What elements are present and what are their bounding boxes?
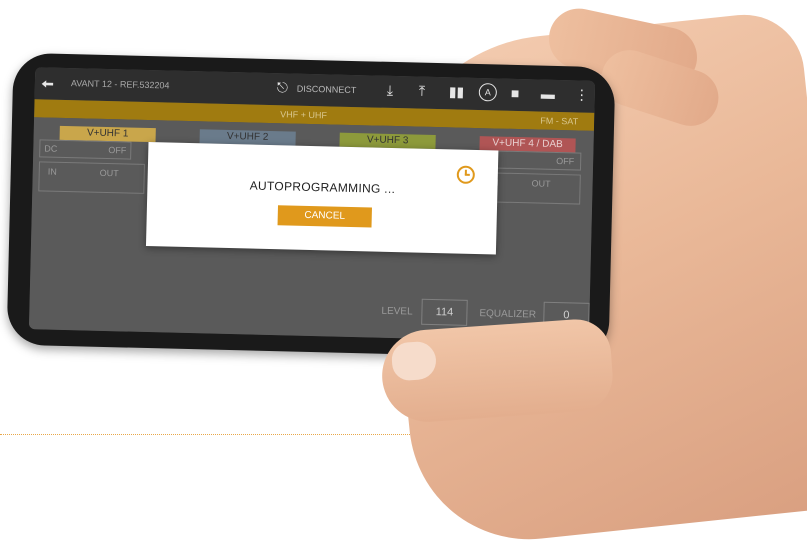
upload-icon[interactable]: ⤒ <box>419 83 426 100</box>
dc-value: OFF <box>556 155 575 167</box>
folder-icon[interactable]: ▬ <box>541 86 555 102</box>
app-title: AVANT 12 - REF.532204 <box>70 78 170 91</box>
disconnect-button[interactable]: DISCONNECT <box>297 84 357 95</box>
save-icon[interactable]: ■ <box>511 85 520 101</box>
dc-toggle-1[interactable]: DC OFF <box>39 139 132 160</box>
bar-chart-icon[interactable]: ▮▮ <box>449 83 465 100</box>
level-label: LEVEL <box>381 305 413 318</box>
io-box-4[interactable]: IN OUT <box>484 172 581 205</box>
in-label: IN <box>47 166 57 177</box>
out-label: OUT <box>99 167 119 179</box>
back-icon[interactable]: 🠨 <box>41 73 55 100</box>
phone: 🠨 AVANT 12 - REF.532204 ⎋ DISCONNECT ⤓ ⤒… <box>6 52 616 360</box>
auto-icon[interactable]: A <box>478 83 498 102</box>
dc-label: DC <box>44 143 58 154</box>
band-tab-fm-sat[interactable]: FM - SAT <box>540 116 578 127</box>
cancel-button[interactable]: CANCEL <box>277 205 372 228</box>
band-tab-vhf-uhf[interactable]: VHF + UHF <box>280 109 327 120</box>
app-screen: 🠨 AVANT 12 - REF.532204 ⎋ DISCONNECT ⤓ ⤒… <box>28 67 596 343</box>
out-label: OUT <box>531 178 551 189</box>
disconnect-icon[interactable]: ⎋ <box>277 79 288 96</box>
autoprogramming-dialog: AUTOPROGRAMMING ... CANCEL <box>145 142 499 255</box>
dialog-title: AUTOPROGRAMMING ... <box>249 178 396 197</box>
dc-value: OFF <box>108 145 127 156</box>
equalizer-label: EQUALIZER <box>479 308 537 321</box>
clock-icon <box>456 165 476 184</box>
level-field[interactable]: 114 <box>421 298 468 326</box>
download-icon[interactable]: ⤓ <box>387 82 394 99</box>
io-box-1[interactable]: IN OUT <box>38 161 145 194</box>
more-vert-icon[interactable]: ⋮ <box>575 86 589 103</box>
